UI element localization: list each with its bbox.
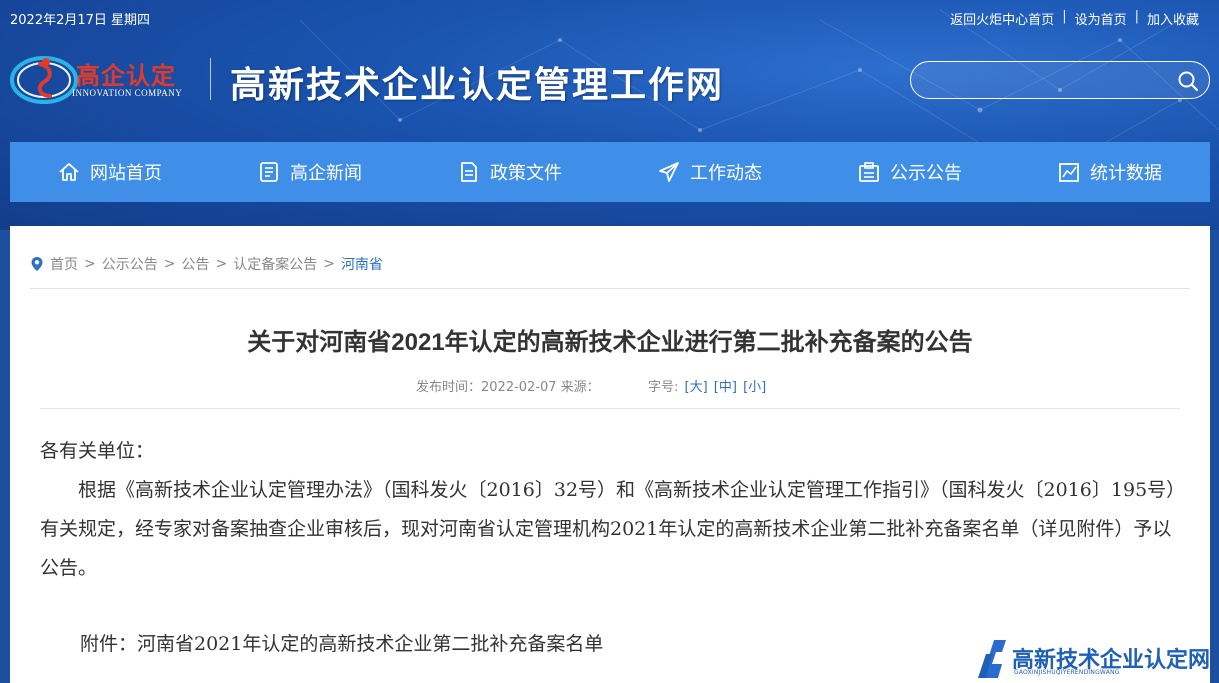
link-torch-center-home[interactable]: 返回火炬中心首页 bbox=[942, 9, 1062, 28]
nav-item-news[interactable]: 高企新闻 bbox=[210, 142, 410, 202]
nav-item-work-updates[interactable]: 工作动态 bbox=[610, 142, 810, 202]
breadcrumb-filing-notices[interactable]: 认定备案公告 bbox=[233, 254, 317, 274]
logo-divider bbox=[210, 58, 211, 100]
breadcrumb-separator: > bbox=[215, 256, 228, 272]
article-meta: 发布时间：2022-02-07 来源： 字号: [大] [中] [小] bbox=[416, 376, 766, 395]
logo-emblem-icon bbox=[10, 56, 78, 104]
document-icon bbox=[461, 162, 477, 182]
separator: | bbox=[1134, 9, 1139, 24]
salutation: 各有关单位： bbox=[40, 440, 155, 462]
divider bbox=[40, 408, 1180, 409]
nav-item-label: 公示公告 bbox=[890, 163, 962, 184]
font-size-large-button[interactable]: [大] bbox=[685, 380, 708, 395]
location-pin-icon bbox=[31, 257, 43, 271]
article-title: 关于对河南省2021年认定的高新技术企业进行第二批补充备案的公告 bbox=[247, 329, 973, 356]
site-title: 高新技术企业认定管理工作网 bbox=[230, 64, 725, 106]
link-set-homepage[interactable]: 设为首页 bbox=[1067, 9, 1135, 28]
divider bbox=[30, 288, 1190, 289]
nav-item-policy[interactable]: 政策文件 bbox=[410, 142, 610, 202]
article-body: 各有关单位： 根据《高新技术企业认定管理办法》（国科发火〔2016〕32号）和《… bbox=[40, 432, 1185, 664]
watermark-logo-icon bbox=[978, 640, 1006, 678]
separator: | bbox=[1062, 9, 1067, 24]
article-paragraph: 根据《高新技术企业认定管理办法》（国科发火〔2016〕32号）和《高新技术企业认… bbox=[40, 479, 1176, 579]
site-logo[interactable]: 高企认定 INNOVATION COMPANY bbox=[10, 52, 196, 108]
news-icon bbox=[260, 162, 278, 182]
link-add-favorite[interactable]: 加入收藏 bbox=[1139, 9, 1207, 28]
breadcrumb-notices[interactable]: 公告 bbox=[181, 254, 209, 274]
watermark: 高新技术企业认定网 GAOXINJISHUQIYERENDINGWANG bbox=[970, 632, 1219, 683]
search-icon[interactable] bbox=[1177, 70, 1199, 92]
top-links: 返回火炬中心首页 | 设为首页 | 加入收藏 bbox=[942, 9, 1207, 28]
logo-area: 高企认定 INNOVATION COMPANY 高新技术企业认定管理工作网 bbox=[10, 52, 790, 108]
search-input[interactable] bbox=[925, 68, 1165, 92]
main-nav: 网站首页 高企新闻 政策文件 工作动态 公示公告 统计数据 bbox=[10, 142, 1210, 202]
nav-item-home[interactable]: 网站首页 bbox=[10, 142, 210, 202]
top-bar: 2022年2月17日 星期四 返回火炬中心首页 | 设为首页 | 加入收藏 bbox=[0, 0, 1219, 34]
font-size-small-button[interactable]: [小] bbox=[743, 380, 766, 395]
nav-item-statistics[interactable]: 统计数据 bbox=[1010, 142, 1210, 202]
nav-item-label: 政策文件 bbox=[490, 163, 562, 184]
current-date: 2022年2月17日 星期四 bbox=[10, 13, 151, 28]
nav-item-label: 高企新闻 bbox=[290, 163, 362, 184]
breadcrumb-home[interactable]: 首页 bbox=[50, 254, 78, 274]
publish-info: 发布时间：2022-02-07 来源： bbox=[416, 380, 600, 395]
home-icon bbox=[59, 163, 79, 181]
logo-text-en: INNOVATION COMPANY bbox=[72, 88, 183, 98]
breadcrumb-announcements[interactable]: 公示公告 bbox=[102, 254, 158, 274]
font-size-label: 字号: bbox=[647, 380, 679, 395]
breadcrumb-separator: > bbox=[323, 256, 335, 272]
breadcrumb-separator: > bbox=[163, 256, 176, 272]
article-panel: 首页 > 公示公告 > 公告 > 认定备案公告 > 河南省 关于对河南省2021… bbox=[10, 226, 1210, 683]
nav-item-label: 工作动态 bbox=[690, 163, 762, 184]
breadcrumb-current[interactable]: 河南省 bbox=[341, 254, 383, 274]
search-box bbox=[910, 61, 1210, 99]
breadcrumb-separator: > bbox=[84, 256, 96, 272]
watermark-text-en: GAOXINJISHUQIYERENDINGWANG bbox=[1014, 669, 1120, 676]
font-size-medium-button[interactable]: [中] bbox=[714, 380, 737, 395]
nav-item-label: 网站首页 bbox=[90, 163, 162, 184]
announcement-icon bbox=[859, 162, 879, 182]
send-icon bbox=[659, 162, 679, 182]
nav-item-label: 统计数据 bbox=[1090, 163, 1162, 184]
logo-text-cn: 高企认定 bbox=[76, 61, 176, 90]
nav-item-announcements[interactable]: 公示公告 bbox=[810, 142, 1010, 202]
breadcrumb: 首页 > 公示公告 > 公告 > 认定备案公告 > 河南省 bbox=[30, 254, 383, 274]
chart-icon bbox=[1059, 163, 1079, 182]
